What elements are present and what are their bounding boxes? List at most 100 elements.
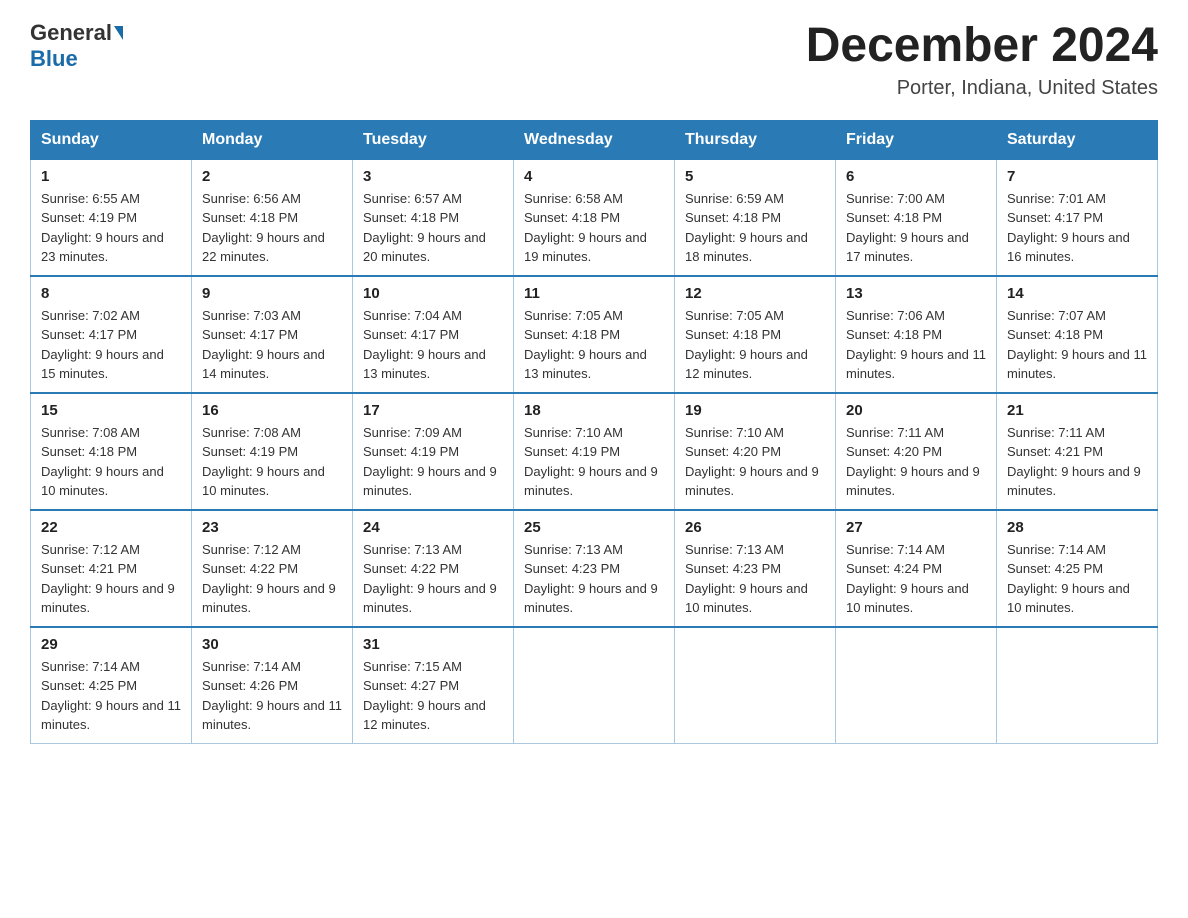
table-row: 17 Sunrise: 7:09 AMSunset: 4:19 PMDayligh…: [353, 393, 514, 510]
table-row: [997, 627, 1158, 744]
logo-blue-text: Blue: [30, 46, 78, 72]
day-number: 27: [846, 519, 986, 536]
day-number: 25: [524, 519, 664, 536]
day-number: 3: [363, 168, 503, 185]
day-number: 23: [202, 519, 342, 536]
day-info: Sunrise: 7:12 AMSunset: 4:21 PMDaylight:…: [41, 540, 181, 618]
table-row: 19 Sunrise: 7:10 AMSunset: 4:20 PMDayligh…: [675, 393, 836, 510]
day-number: 6: [846, 168, 986, 185]
day-info: Sunrise: 7:15 AMSunset: 4:27 PMDaylight:…: [363, 657, 503, 735]
day-info: Sunrise: 7:13 AMSunset: 4:22 PMDaylight:…: [363, 540, 503, 618]
day-number: 26: [685, 519, 825, 536]
day-info: Sunrise: 7:08 AMSunset: 4:19 PMDaylight:…: [202, 423, 342, 501]
table-row: [675, 627, 836, 744]
day-info: Sunrise: 7:13 AMSunset: 4:23 PMDaylight:…: [685, 540, 825, 618]
table-row: 22 Sunrise: 7:12 AMSunset: 4:21 PMDayligh…: [31, 510, 192, 627]
day-number: 17: [363, 402, 503, 419]
day-number: 14: [1007, 285, 1147, 302]
logo: General Blue: [30, 20, 123, 72]
title-block: December 2024 Porter, Indiana, United St…: [806, 20, 1158, 100]
day-number: 31: [363, 636, 503, 653]
day-number: 12: [685, 285, 825, 302]
day-info: Sunrise: 7:08 AMSunset: 4:18 PMDaylight:…: [41, 423, 181, 501]
table-row: 14Sunrise: 7:07 AMSunset: 4:18 PMDayligh…: [997, 276, 1158, 393]
day-number: 13: [846, 285, 986, 302]
day-info: Sunrise: 7:14 AMSunset: 4:26 PMDaylight:…: [202, 657, 342, 735]
day-info: Sunrise: 7:11 AMSunset: 4:21 PMDaylight:…: [1007, 423, 1147, 501]
table-row: 6 Sunrise: 7:00 AMSunset: 4:18 PMDaylight…: [836, 159, 997, 276]
day-number: 16: [202, 402, 342, 419]
day-number: 22: [41, 519, 181, 536]
day-number: 10: [363, 285, 503, 302]
day-info: Sunrise: 7:05 AMSunset: 4:18 PMDaylight:…: [524, 306, 664, 384]
table-row: 21 Sunrise: 7:11 AMSunset: 4:21 PMDayligh…: [997, 393, 1158, 510]
col-header-friday: Friday: [836, 120, 997, 159]
day-info: Sunrise: 6:59 AMSunset: 4:18 PMDaylight:…: [685, 189, 825, 267]
table-row: 25 Sunrise: 7:13 AMSunset: 4:23 PMDayligh…: [514, 510, 675, 627]
table-row: 2 Sunrise: 6:56 AMSunset: 4:18 PMDaylight…: [192, 159, 353, 276]
col-header-tuesday: Tuesday: [353, 120, 514, 159]
day-info: Sunrise: 7:04 AMSunset: 4:17 PMDaylight:…: [363, 306, 503, 384]
col-header-thursday: Thursday: [675, 120, 836, 159]
col-header-wednesday: Wednesday: [514, 120, 675, 159]
table-row: 4Sunrise: 6:58 AMSunset: 4:18 PMDaylight…: [514, 159, 675, 276]
day-number: 1: [41, 168, 181, 185]
day-number: 7: [1007, 168, 1147, 185]
day-info: Sunrise: 7:14 AMSunset: 4:25 PMDaylight:…: [1007, 540, 1147, 618]
day-info: Sunrise: 7:05 AMSunset: 4:18 PMDaylight:…: [685, 306, 825, 384]
table-row: [836, 627, 997, 744]
day-info: Sunrise: 7:14 AMSunset: 4:25 PMDaylight:…: [41, 657, 181, 735]
day-number: 19: [685, 402, 825, 419]
day-number: 2: [202, 168, 342, 185]
day-info: Sunrise: 7:01 AMSunset: 4:17 PMDaylight:…: [1007, 189, 1147, 267]
table-row: 31 Sunrise: 7:15 AMSunset: 4:27 PMDayligh…: [353, 627, 514, 744]
day-info: Sunrise: 7:02 AMSunset: 4:17 PMDaylight:…: [41, 306, 181, 384]
col-header-sunday: Sunday: [31, 120, 192, 159]
calendar-table: SundayMondayTuesdayWednesdayThursdayFrid…: [30, 120, 1158, 744]
table-row: [514, 627, 675, 744]
day-info: Sunrise: 6:55 AMSunset: 4:19 PMDaylight:…: [41, 189, 181, 267]
calendar-week-row: 15 Sunrise: 7:08 AMSunset: 4:18 PMDayligh…: [31, 393, 1158, 510]
table-row: 18Sunrise: 7:10 AMSunset: 4:19 PMDayligh…: [514, 393, 675, 510]
day-info: Sunrise: 7:11 AMSunset: 4:20 PMDaylight:…: [846, 423, 986, 501]
day-number: 15: [41, 402, 181, 419]
table-row: 1 Sunrise: 6:55 AMSunset: 4:19 PMDaylight…: [31, 159, 192, 276]
day-number: 28: [1007, 519, 1147, 536]
table-row: 15 Sunrise: 7:08 AMSunset: 4:18 PMDayligh…: [31, 393, 192, 510]
day-number: 30: [202, 636, 342, 653]
table-row: 3 Sunrise: 6:57 AMSunset: 4:18 PMDaylight…: [353, 159, 514, 276]
day-number: 4: [524, 168, 664, 185]
day-info: Sunrise: 6:56 AMSunset: 4:18 PMDaylight:…: [202, 189, 342, 267]
table-row: 13 Sunrise: 7:06 AMSunset: 4:18 PMDayligh…: [836, 276, 997, 393]
table-row: 26 Sunrise: 7:13 AMSunset: 4:23 PMDayligh…: [675, 510, 836, 627]
table-row: 30 Sunrise: 7:14 AMSunset: 4:26 PMDayligh…: [192, 627, 353, 744]
day-info: Sunrise: 6:57 AMSunset: 4:18 PMDaylight:…: [363, 189, 503, 267]
day-info: Sunrise: 7:00 AMSunset: 4:18 PMDaylight:…: [846, 189, 986, 267]
day-info: Sunrise: 7:10 AMSunset: 4:19 PMDaylight:…: [524, 423, 664, 501]
table-row: 16 Sunrise: 7:08 AMSunset: 4:19 PMDayligh…: [192, 393, 353, 510]
page-header: General Blue December 2024 Porter, India…: [30, 20, 1158, 100]
table-row: 8Sunrise: 7:02 AMSunset: 4:17 PMDaylight…: [31, 276, 192, 393]
table-row: 9 Sunrise: 7:03 AMSunset: 4:17 PMDaylight…: [192, 276, 353, 393]
day-info: Sunrise: 7:10 AMSunset: 4:20 PMDaylight:…: [685, 423, 825, 501]
calendar-week-row: 22 Sunrise: 7:12 AMSunset: 4:21 PMDayligh…: [31, 510, 1158, 627]
day-number: 29: [41, 636, 181, 653]
day-info: Sunrise: 7:13 AMSunset: 4:23 PMDaylight:…: [524, 540, 664, 618]
calendar-week-row: 1 Sunrise: 6:55 AMSunset: 4:19 PMDaylight…: [31, 159, 1158, 276]
day-info: Sunrise: 7:03 AMSunset: 4:17 PMDaylight:…: [202, 306, 342, 384]
day-number: 5: [685, 168, 825, 185]
day-info: Sunrise: 7:12 AMSunset: 4:22 PMDaylight:…: [202, 540, 342, 618]
day-number: 21: [1007, 402, 1147, 419]
table-row: 12 Sunrise: 7:05 AMSunset: 4:18 PMDayligh…: [675, 276, 836, 393]
col-header-monday: Monday: [192, 120, 353, 159]
table-row: 23 Sunrise: 7:12 AMSunset: 4:22 PMDayligh…: [192, 510, 353, 627]
logo-general-text: General: [30, 20, 112, 46]
day-number: 24: [363, 519, 503, 536]
day-info: Sunrise: 7:06 AMSunset: 4:18 PMDaylight:…: [846, 306, 986, 384]
logo-arrow-icon: [114, 26, 123, 40]
day-info: Sunrise: 7:14 AMSunset: 4:24 PMDaylight:…: [846, 540, 986, 618]
day-number: 9: [202, 285, 342, 302]
day-info: Sunrise: 7:09 AMSunset: 4:19 PMDaylight:…: [363, 423, 503, 501]
logo-line1: General: [30, 20, 123, 46]
table-row: 27 Sunrise: 7:14 AMSunset: 4:24 PMDayligh…: [836, 510, 997, 627]
